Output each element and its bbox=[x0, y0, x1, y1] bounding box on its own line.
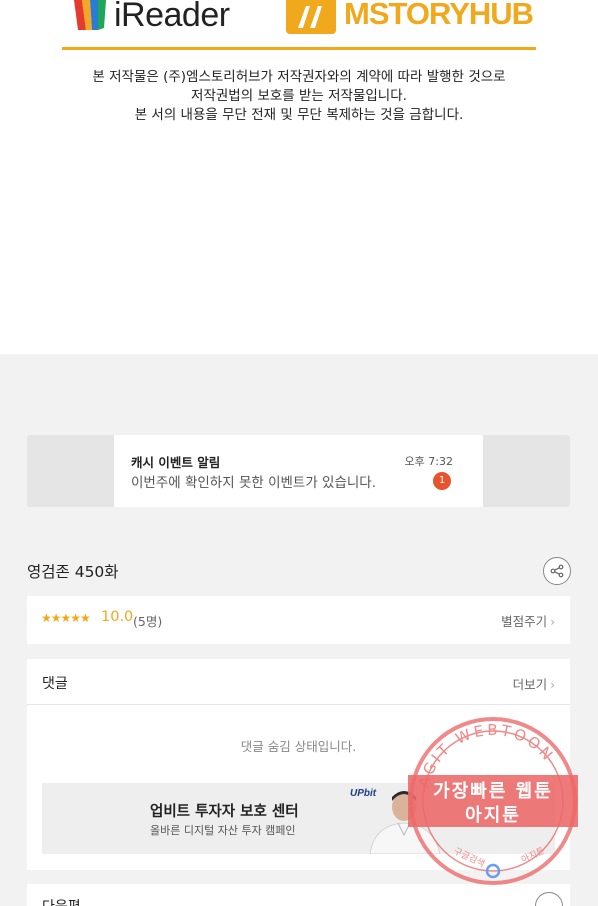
comments-label: 댓글 bbox=[42, 676, 68, 692]
copyright-page: iReader MSTORYHUB 본 저작물은 (주)엠스토리허브가 저작권자… bbox=[0, 0, 598, 354]
copyright-notice: 본 저작물은 (주)엠스토리허브가 저작권자와의 계약에 따라 발행한 것으로 … bbox=[0, 68, 598, 125]
rate-button[interactable]: 별점주기 › bbox=[501, 611, 555, 630]
next-episode-icon[interactable] bbox=[535, 892, 563, 906]
ireader-logo-icon bbox=[74, 0, 106, 30]
notification-card[interactable]: 캐시 이벤트 알림 오후 7:32 이번주에 확인하지 못한 이벤트가 있습니다… bbox=[114, 435, 483, 507]
rating-count: (5명) bbox=[133, 614, 163, 629]
episode-title: 영검존 450화 bbox=[27, 563, 119, 581]
rating-stars: ★★★★★ bbox=[41, 611, 91, 625]
publisher-logos: iReader MSTORYHUB bbox=[62, 0, 536, 40]
copyright-line: 본 저작물은 (주)엠스토리허브가 저작권자와의 계약에 따라 발행한 것으로 bbox=[92, 69, 506, 85]
rate-button-label: 별점주기 bbox=[501, 614, 548, 629]
copyright-line: 저작권법의 보호를 받는 저작물입니다. bbox=[191, 88, 407, 104]
comments-hidden-message: 댓글 숨김 상태입니다. bbox=[240, 739, 357, 754]
notification-count-badge: 1 bbox=[433, 472, 451, 490]
comments-header: 댓글 더보기 › bbox=[27, 659, 570, 705]
mstoryhub-logo-text: MSTORYHUB bbox=[344, 0, 534, 31]
watermark-line2: 아지툰 bbox=[465, 805, 521, 826]
share-button[interactable] bbox=[543, 557, 571, 585]
notification-body: 이번주에 확인하지 못한 이벤트가 있습니다. bbox=[131, 475, 377, 491]
ad-subtitle: 올바른 디지털 자산 투자 캠페인 bbox=[150, 824, 296, 837]
ad-title: 업비트 투자자 보호 센터 bbox=[150, 804, 299, 820]
more-label: 더보기 bbox=[512, 677, 548, 692]
comments-more-button[interactable]: 더보기 › bbox=[513, 674, 555, 693]
rating-score: 10.0 bbox=[101, 609, 134, 625]
rating-card: ★★★★★ 10.0 (5명) 별점주기 › bbox=[27, 596, 570, 644]
logo-divider bbox=[62, 47, 536, 50]
mstoryhub-logo-icon bbox=[286, 0, 336, 34]
next-episode-label: 다음편 bbox=[42, 896, 81, 906]
chevron-right-icon: › bbox=[550, 615, 555, 629]
comments-card: 댓글 더보기 › 댓글 숨김 상태입니다. 업비트 투자자 보호 센터 올바른 디… bbox=[27, 659, 570, 870]
event-banner[interactable]: 캐시 이벤트 알림 오후 7:32 이번주에 확인하지 못한 이벤트가 있습니다… bbox=[27, 435, 570, 507]
next-episode-card[interactable]: 다음편 bbox=[27, 884, 570, 906]
watermark-line1: 가장빠른 웹툰 bbox=[433, 781, 553, 802]
copyright-line: 본 서의 내용을 무단 전재 및 무단 복제하는 것을 금합니다. bbox=[134, 107, 464, 123]
notification-time: 오후 7:32 bbox=[404, 455, 453, 468]
chevron-right-icon: › bbox=[550, 678, 555, 692]
share-icon bbox=[550, 564, 564, 578]
notification-title: 캐시 이벤트 알림 bbox=[131, 455, 221, 470]
watermark-band: 가장빠른 웹툰 아지툰 bbox=[408, 775, 578, 827]
ireader-logo-text: iReader bbox=[114, 0, 230, 34]
